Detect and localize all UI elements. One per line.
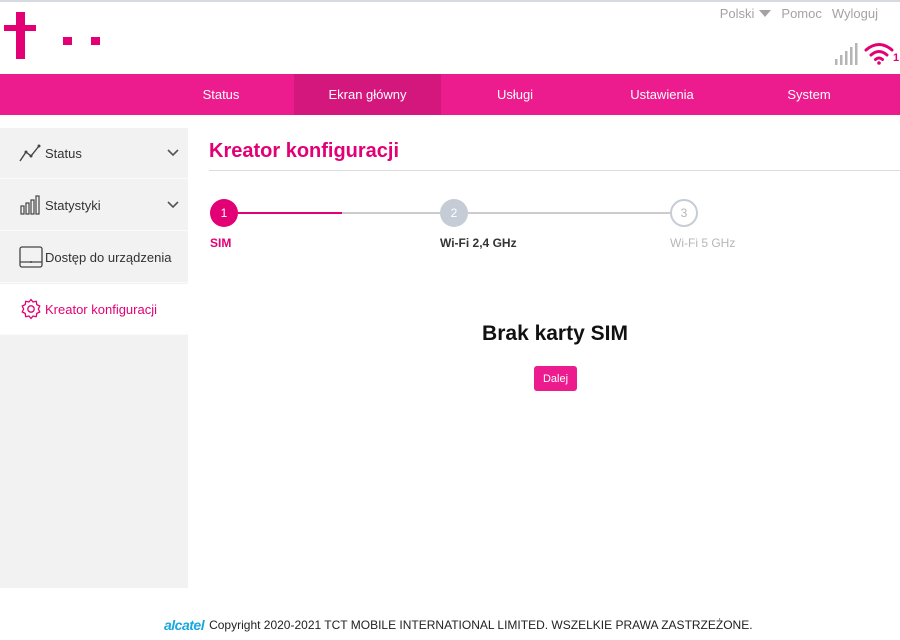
footer: alcatel Copyright 2020-2021 TCT MOBILE I… [164, 617, 753, 633]
caret-down-icon [759, 10, 772, 17]
top-links: Polski Pomoc Wyloguj [710, 6, 878, 21]
logo-square [91, 37, 100, 45]
main-nav: Status Ekran główny Usługi Ustawienia Sy… [0, 74, 900, 115]
sidebar-item-statistics[interactable]: Statystyki [0, 180, 188, 231]
wifi-icon [864, 43, 894, 65]
language-select[interactable]: Polski [720, 6, 772, 21]
gear-icon [19, 297, 43, 321]
nav-tab-settings[interactable]: Ustawienia [589, 74, 735, 115]
sidebar-item-device-access[interactable]: Dostęp do urządzenia [0, 232, 188, 283]
logout-link[interactable]: Wyloguj [832, 6, 878, 21]
logo-t-stem [16, 12, 25, 59]
trend-line-icon [19, 141, 43, 165]
step-3-label: Wi-Fi 5 GHz [670, 236, 736, 250]
sidebar-item-setup-wizard[interactable]: Kreator konfiguracji [0, 284, 188, 335]
nav-tab-system[interactable]: System [735, 74, 883, 115]
logo-square [63, 37, 72, 45]
nav-tab-services[interactable]: Usługi [441, 74, 589, 115]
device-icon [19, 245, 43, 269]
language-label: Polski [719, 6, 755, 21]
page-title: Kreator konfiguracji [209, 140, 400, 162]
sidebar-item-label: Statystyki [45, 197, 101, 213]
progress-track [342, 212, 440, 214]
step-1-label: SIM [210, 236, 232, 250]
signal-strength-icon [835, 43, 858, 65]
step-2-indicator: 2 [440, 199, 468, 227]
sidebar-item-label: Dostęp do urządzenia [45, 249, 172, 265]
step-1-indicator: 1 [210, 199, 238, 227]
top-border [0, 0, 900, 2]
chevron-down-icon[interactable] [166, 198, 180, 212]
chevron-down-icon[interactable] [166, 146, 180, 160]
wifi-clients-count: 1 [893, 52, 900, 64]
sidebar: Status Statystyki Dostęp do urządzenia K… [0, 128, 188, 588]
sidebar-item-label: Kreator konfiguracji [45, 301, 157, 317]
nav-tab-home[interactable]: Ekran główny [294, 74, 441, 115]
help-link[interactable]: Pomoc [781, 6, 821, 21]
sidebar-item-status[interactable]: Status [0, 128, 188, 179]
telekom-logo [4, 12, 100, 62]
no-sim-message: Brak karty SIM [482, 322, 628, 345]
title-divider [209, 170, 900, 171]
next-button[interactable]: Dalej [534, 366, 577, 391]
alcatel-logo: alcatel [164, 617, 205, 633]
sidebar-item-label: Status [45, 145, 82, 161]
step-3-indicator: 3 [670, 199, 698, 227]
progress-track [468, 212, 670, 214]
progress-track-done [238, 212, 342, 214]
bar-chart-icon [19, 193, 43, 217]
nav-tab-status[interactable]: Status [148, 74, 294, 115]
step-2-label: Wi-Fi 2,4 GHz [440, 236, 517, 250]
copyright-text: Copyright 2020-2021 TCT MOBILE INTERNATI… [209, 618, 753, 632]
